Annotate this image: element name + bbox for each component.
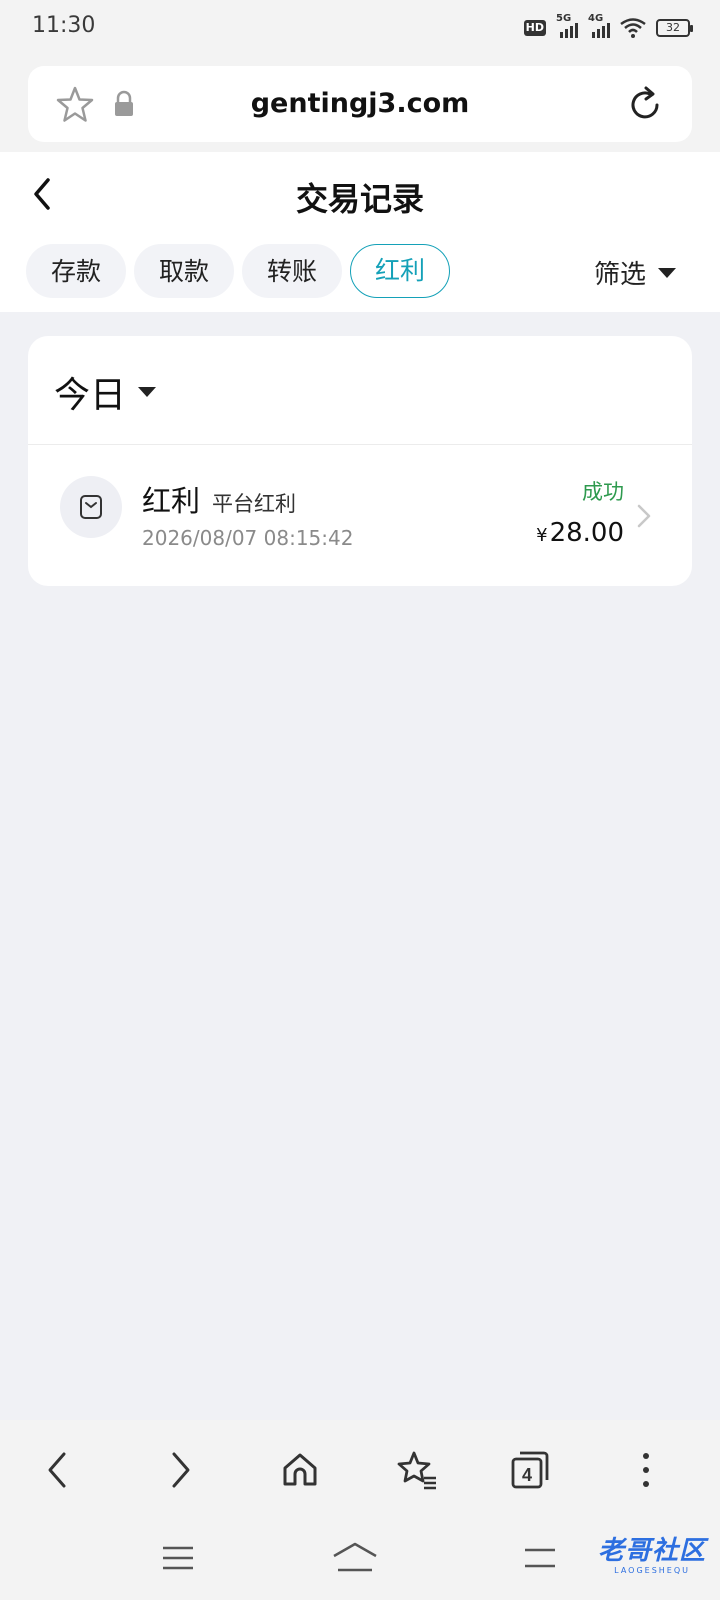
chevron-right-icon bbox=[172, 1452, 190, 1488]
chevron-left-icon bbox=[48, 1452, 66, 1488]
wifi-icon bbox=[620, 18, 646, 38]
bonus-wallet-icon bbox=[60, 476, 122, 538]
signal-4g-icon: 4G bbox=[588, 13, 610, 38]
browser-back-button[interactable] bbox=[34, 1446, 82, 1494]
tab-transfer[interactable]: 转账 bbox=[242, 244, 343, 298]
more-vertical-icon bbox=[643, 1453, 649, 1487]
caret-down-icon bbox=[138, 387, 157, 397]
signal-5g-icon: 5G bbox=[556, 13, 578, 38]
system-nav-bar: 老哥社区 LAOGESHEQU bbox=[0, 1520, 720, 1600]
tab-bonus[interactable]: 红利 bbox=[350, 244, 451, 298]
tab-deposit[interactable]: 存款 bbox=[26, 244, 127, 298]
record-subtitle: 平台红利 bbox=[212, 492, 296, 516]
watermark-logo: 老哥社区 bbox=[597, 1536, 706, 1566]
filter-dropdown[interactable]: 筛选 bbox=[594, 254, 676, 291]
records-card: 今日 红利 平台红利 2026/08/07 08:15:42 成功 ¥28.00 bbox=[28, 336, 692, 586]
browser-home-button[interactable] bbox=[276, 1446, 324, 1494]
amount-value: 28.00 bbox=[549, 518, 624, 548]
period-selector[interactable]: 今日 bbox=[54, 366, 157, 418]
hd-badge: HD bbox=[523, 20, 546, 36]
period-label: 今日 bbox=[54, 375, 127, 416]
system-back-icon[interactable] bbox=[522, 1540, 558, 1576]
record-status: 成功 bbox=[582, 480, 624, 504]
status-time: 11:30 bbox=[32, 13, 96, 38]
record-row[interactable]: 红利 平台红利 2026/08/07 08:15:42 成功 ¥28.00 bbox=[28, 446, 692, 586]
tab-count: 4 bbox=[522, 1465, 532, 1485]
recents-menu-icon[interactable] bbox=[160, 1540, 196, 1576]
tabs-icon: 4 bbox=[511, 1451, 549, 1489]
browser-menu-button[interactable] bbox=[622, 1446, 670, 1494]
address-bar[interactable]: gentingj3.com bbox=[28, 66, 692, 142]
divider bbox=[28, 444, 692, 445]
caret-down-icon bbox=[658, 267, 676, 278]
page-title: 交易记录 bbox=[295, 180, 424, 218]
record-amount: ¥28.00 bbox=[536, 518, 624, 548]
browser-toolbar: 4 bbox=[0, 1420, 720, 1520]
currency-symbol: ¥ bbox=[536, 525, 548, 546]
watermark-subtext: LAOGESHEQU bbox=[614, 1566, 690, 1575]
tabs-switcher-button[interactable]: 4 bbox=[506, 1446, 554, 1494]
record-title: 红利 bbox=[142, 484, 201, 518]
bookmarks-star-icon bbox=[397, 1451, 436, 1490]
url-text[interactable]: gentingj3.com bbox=[28, 88, 692, 119]
browser-address-area: gentingj3.com bbox=[0, 56, 720, 152]
record-type-tabs: 存款 取款 转账 红利 bbox=[26, 244, 451, 298]
battery-icon: 32 bbox=[656, 19, 693, 37]
record-datetime: 2026/08/07 08:15:42 bbox=[142, 526, 354, 550]
chevron-right-icon bbox=[637, 504, 651, 528]
browser-forward-button[interactable] bbox=[156, 1446, 204, 1494]
reload-icon[interactable] bbox=[624, 84, 666, 126]
filter-label: 筛选 bbox=[593, 260, 646, 290]
system-home-icon[interactable] bbox=[330, 1540, 380, 1576]
home-icon bbox=[283, 1453, 317, 1486]
status-icons: HD 5G 4G 32 bbox=[523, 13, 693, 42]
page-header: 交易记录 存款 取款 转账 红利 筛选 bbox=[0, 152, 720, 312]
tab-withdraw[interactable]: 取款 bbox=[134, 244, 235, 298]
bookmarks-button[interactable] bbox=[392, 1446, 440, 1494]
status-bar: 11:30 HD 5G 4G 32 bbox=[0, 0, 720, 56]
